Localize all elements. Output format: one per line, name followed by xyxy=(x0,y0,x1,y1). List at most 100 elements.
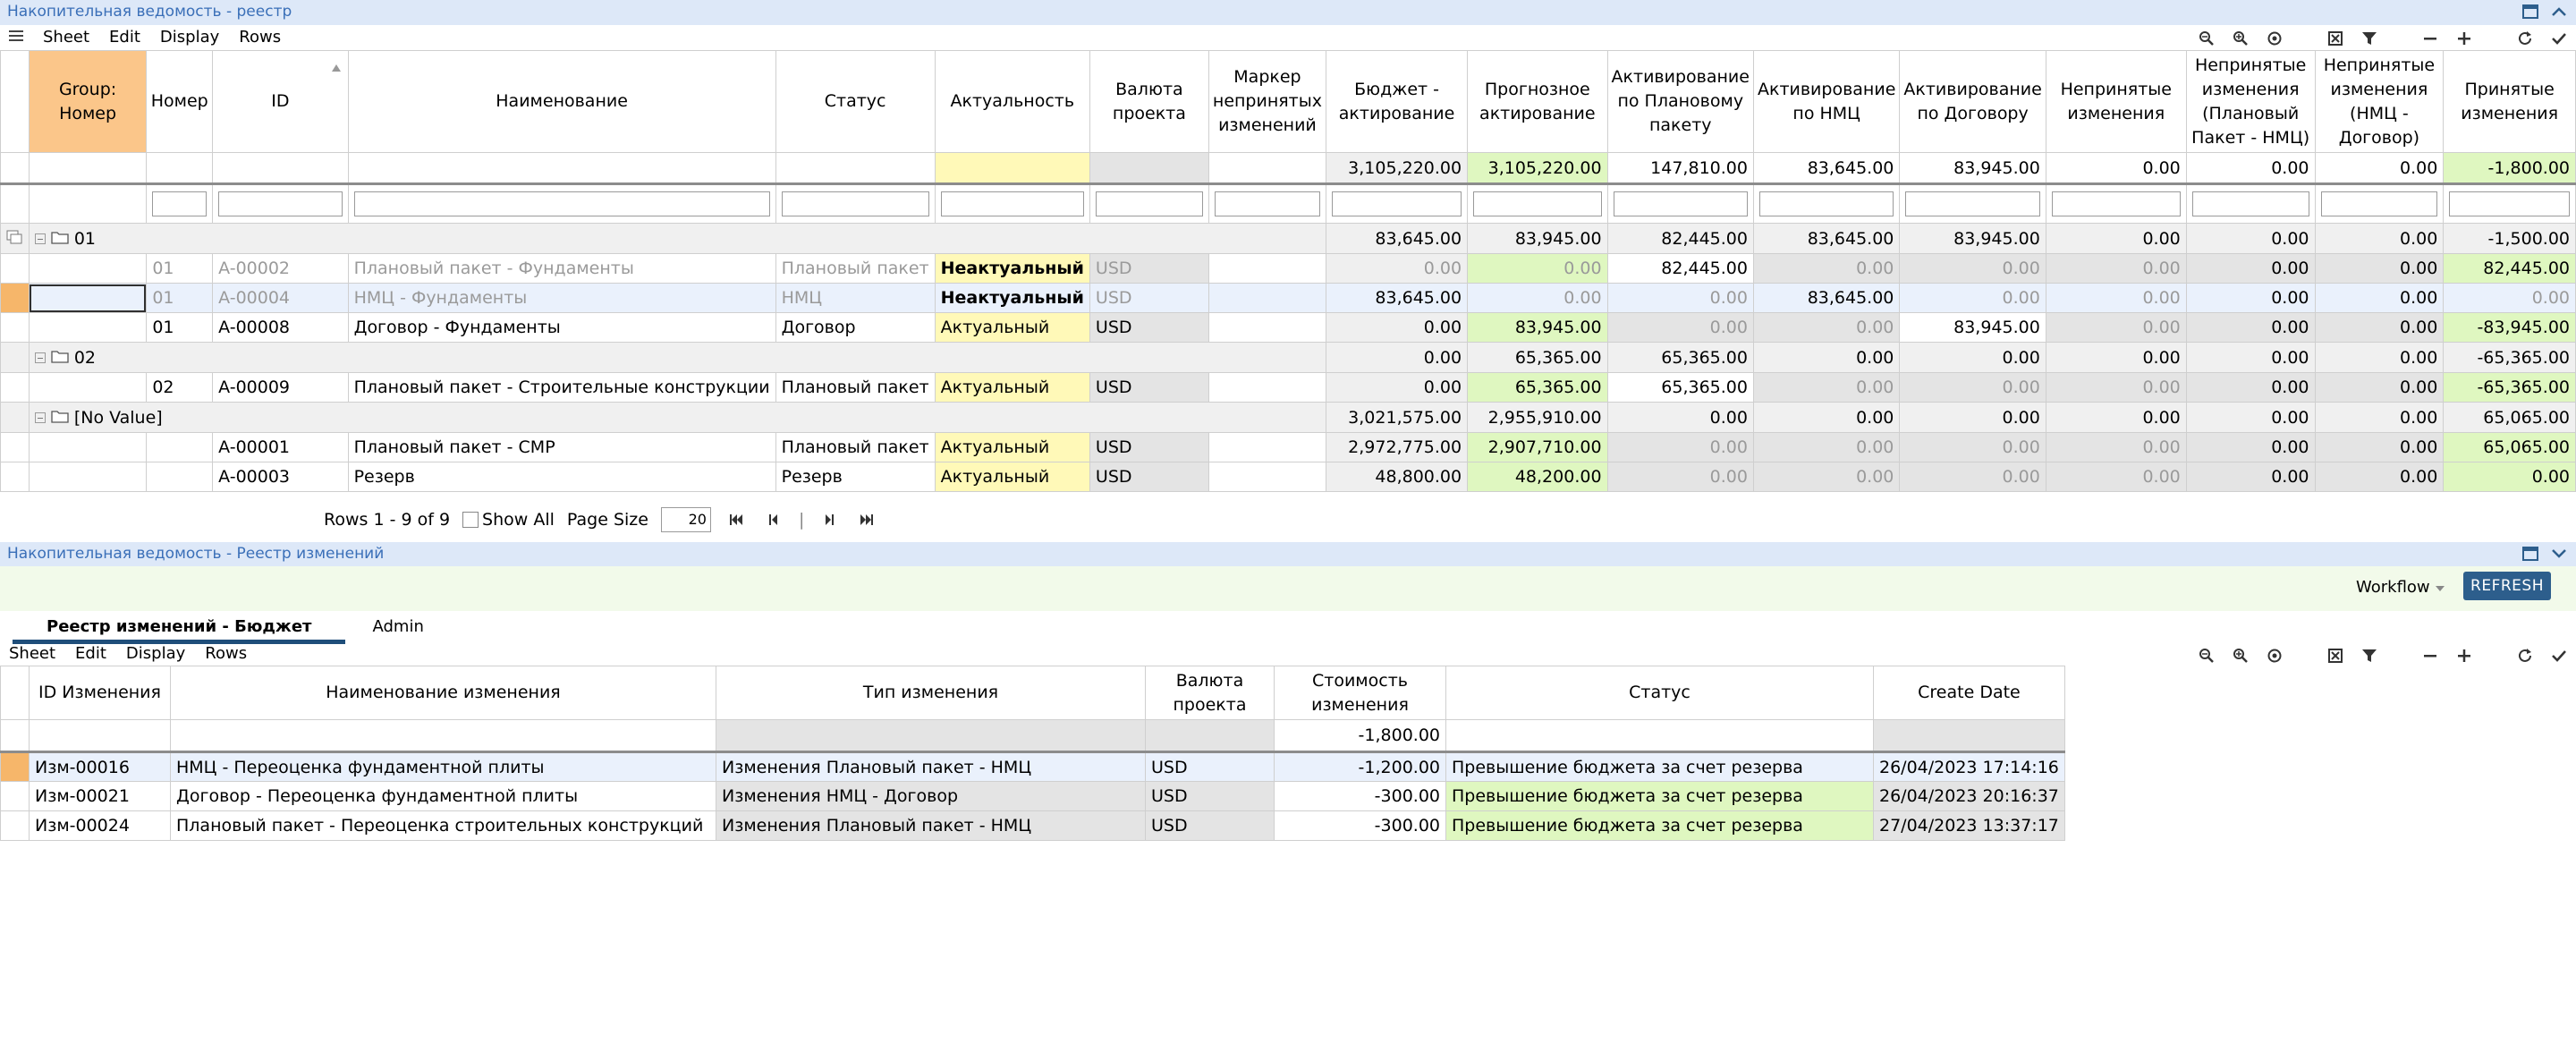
filter-unaccepted-nmc-contract[interactable] xyxy=(2320,191,2438,216)
header-status[interactable]: Статус xyxy=(1445,666,1874,720)
header-cost[interactable]: Стоимость изменения xyxy=(1274,666,1446,720)
menu-display[interactable]: Display xyxy=(160,28,219,47)
group-row[interactable]: [No Value] 3,021,575.00 2,955,910.00 0.0… xyxy=(0,402,2576,433)
prev-page-icon[interactable] xyxy=(761,513,786,526)
next-page-icon[interactable] xyxy=(817,513,842,526)
zoom-reset-icon[interactable] xyxy=(2265,29,2284,48)
filter-accepted[interactable] xyxy=(2449,191,2570,216)
collapse-all-icon[interactable] xyxy=(2420,29,2440,48)
filter-budget[interactable] xyxy=(1332,191,1462,216)
selected-cell[interactable] xyxy=(28,283,148,313)
filter-status[interactable] xyxy=(781,191,929,216)
clear-filter-icon[interactable] xyxy=(2326,29,2345,48)
filter-act-contract[interactable] xyxy=(1905,191,2040,216)
filter-currency[interactable] xyxy=(1095,191,1203,216)
menu-rows[interactable]: Rows xyxy=(239,28,281,47)
menu-rows[interactable]: Rows xyxy=(205,644,247,663)
table-row-selected[interactable]: 01 A-00004 НМЦ - Фундаменты НМЦ Неактуал… xyxy=(0,283,2576,313)
refresh-button[interactable]: REFRESH xyxy=(2463,572,2551,600)
header-forecast[interactable]: Прогнозное актирование xyxy=(1467,50,1608,153)
zoom-in-icon[interactable] xyxy=(2231,29,2250,48)
refresh-icon[interactable] xyxy=(2515,646,2535,666)
menu-edit[interactable]: Edit xyxy=(109,28,140,47)
workflow-dropdown[interactable]: Workflow xyxy=(2356,578,2445,597)
first-page-icon[interactable] xyxy=(724,513,749,526)
chevron-down-icon[interactable] xyxy=(2549,544,2569,564)
menu-edit[interactable]: Edit xyxy=(75,644,106,663)
table-row[interactable]: Изм-00021 Договор - Переоценка фундамент… xyxy=(0,781,2065,811)
header-change-name[interactable]: Наименование изменения xyxy=(170,666,716,720)
header-unaccepted-nmc-contract[interactable]: Непринятые изменения (НМЦ - Договор) xyxy=(2314,50,2445,153)
header-accepted[interactable]: Принятые изменения xyxy=(2443,50,2576,153)
header-name[interactable]: Наименование xyxy=(347,50,776,153)
tab-budget-changes[interactable]: Реестр изменений - Бюджет xyxy=(13,614,346,644)
save-check-icon[interactable] xyxy=(2549,646,2569,666)
group-row[interactable]: 02 0.00 65,365.00 65,365.00 0.00 0.00 0.… xyxy=(0,342,2576,373)
table-row[interactable]: A-00001 Плановый пакет - СМР Плановый па… xyxy=(0,432,2576,462)
header-marker[interactable]: Маркер непринятых изменений xyxy=(1208,50,1327,153)
show-all-checkbox[interactable] xyxy=(462,512,479,528)
collapse-toggle-icon[interactable] xyxy=(34,352,46,363)
header-nomer[interactable]: Номер xyxy=(146,50,214,153)
last-page-icon[interactable] xyxy=(854,513,879,526)
menu-display[interactable]: Display xyxy=(126,644,185,663)
menu-sheet[interactable]: Sheet xyxy=(43,28,89,47)
menu-sheet[interactable]: Sheet xyxy=(9,644,55,663)
refresh-icon[interactable] xyxy=(2515,29,2535,48)
header-actual[interactable]: Актуальность xyxy=(934,50,1090,153)
header-change-type[interactable]: Тип изменения xyxy=(716,666,1146,720)
filter-unaccepted[interactable] xyxy=(2051,191,2181,216)
filter-act-nmc[interactable] xyxy=(1758,191,1894,216)
header-act-contract[interactable]: Активирование по Договору xyxy=(1899,50,2046,153)
group-row[interactable]: 01 83,645.00 83,945.00 82,445.00 83,645.… xyxy=(0,223,2576,254)
zoom-out-icon[interactable] xyxy=(2197,29,2216,48)
chevron-up-icon[interactable] xyxy=(2549,2,2569,21)
expand-all-icon[interactable] xyxy=(2454,646,2474,666)
collapse-toggle-icon[interactable] xyxy=(34,411,46,423)
tab-admin[interactable]: Admin xyxy=(345,614,457,644)
header-currency[interactable]: Валюта проекта xyxy=(1145,666,1275,720)
header-change-id[interactable]: ID Изменения xyxy=(29,666,171,720)
filter-marker[interactable] xyxy=(1214,191,1320,216)
table-row-selected[interactable]: Изм-00016 НМЦ - Переоценка фундаментной … xyxy=(0,751,2065,782)
expand-all-icon[interactable] xyxy=(2454,29,2474,48)
header-budget[interactable]: Бюджет - актирование xyxy=(1325,50,1469,153)
header-currency[interactable]: Валюта проекта xyxy=(1089,50,1209,153)
table-row[interactable]: 01 A-00002 Плановый пакет - Фундаменты П… xyxy=(0,253,2576,284)
row-marker[interactable] xyxy=(0,283,30,313)
filter-nomer[interactable] xyxy=(152,191,208,216)
filter-actual[interactable] xyxy=(940,191,1084,216)
collapse-toggle-icon[interactable] xyxy=(34,233,46,244)
page-size-input[interactable]: 20 xyxy=(660,507,711,532)
filter-name[interactable] xyxy=(353,191,770,216)
table-row[interactable]: Изм-00024 Плановый пакет - Переоценка ст… xyxy=(0,810,2065,841)
filter-icon[interactable] xyxy=(2360,646,2379,666)
header-status[interactable]: Статус xyxy=(775,50,936,153)
maximize-icon[interactable] xyxy=(2521,2,2540,21)
maximize-icon[interactable] xyxy=(2521,544,2540,564)
group-row-icon[interactable] xyxy=(0,223,30,254)
table-row[interactable]: A-00003 Резерв Резерв Актуальный USD 48,… xyxy=(0,462,2576,492)
header-group-nomer[interactable]: Group: Номер xyxy=(28,50,148,153)
filter-icon[interactable] xyxy=(2360,29,2379,48)
filter-id[interactable] xyxy=(218,191,343,216)
header-create-date[interactable]: Create Date xyxy=(1873,666,2065,720)
table-row[interactable]: 01 A-00008 Договор - Фундаменты Договор … xyxy=(0,312,2576,343)
zoom-reset-icon[interactable] xyxy=(2265,646,2284,666)
save-check-icon[interactable] xyxy=(2549,29,2569,48)
header-unaccepted[interactable]: Непринятые изменения xyxy=(2045,50,2187,153)
header-act-nmc[interactable]: Активирование по НМЦ xyxy=(1752,50,1901,153)
zoom-in-icon[interactable] xyxy=(2231,646,2250,666)
clear-filter-icon[interactable] xyxy=(2326,646,2345,666)
row-marker[interactable] xyxy=(0,751,30,782)
filter-unaccepted-plan-nmc[interactable] xyxy=(2191,191,2309,216)
header-unaccepted-plan-nmc[interactable]: Непринятые изменения (Плановый Пакет - Н… xyxy=(2185,50,2316,153)
table-row[interactable]: 02 A-00009 Плановый пакет - Строительные… xyxy=(0,372,2576,403)
header-act-plan[interactable]: Активирование по Плановому пакету xyxy=(1606,50,1754,153)
hamburger-icon[interactable] xyxy=(9,28,23,47)
collapse-all-icon[interactable] xyxy=(2420,646,2440,666)
header-id[interactable]: ID xyxy=(212,50,349,153)
filter-forecast[interactable] xyxy=(1473,191,1602,216)
zoom-out-icon[interactable] xyxy=(2197,646,2216,666)
filter-act-plan[interactable] xyxy=(1613,191,1748,216)
